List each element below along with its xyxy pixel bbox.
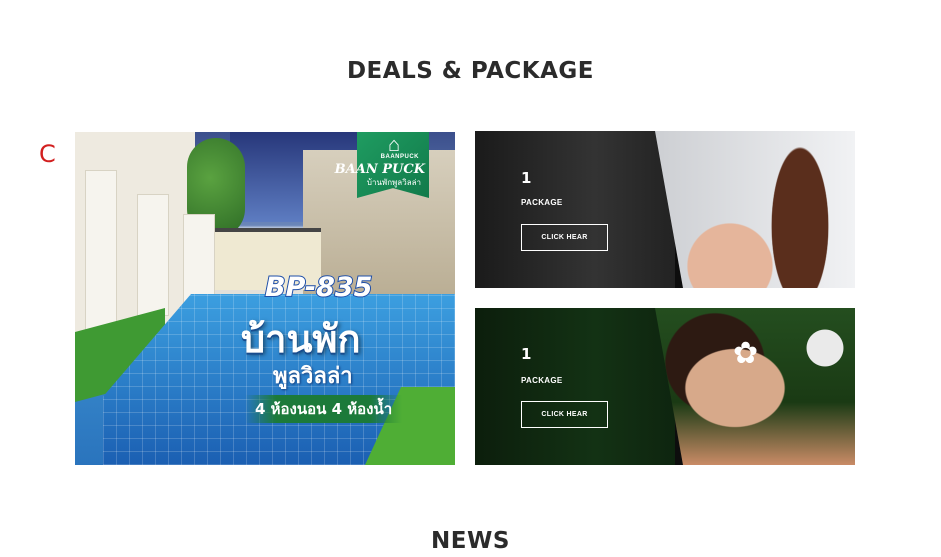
card-background (475, 308, 675, 465)
massage-photo (655, 131, 855, 288)
rooms-info: 4 ห้องนอน 4 ห้องน้ำ (245, 395, 403, 423)
package-label: PACKAGE (521, 198, 563, 207)
pillar (85, 170, 117, 332)
click-hear-button[interactable]: CLICK HEAR (521, 224, 608, 251)
spa-photo (655, 308, 855, 465)
package-card-spa[interactable]: ✿ 1 PACKAGE CLICK HEAR (475, 308, 855, 465)
deals-section-title: DEALS & PACKAGE (346, 58, 595, 84)
flower-icon: ✿ (733, 337, 759, 370)
stray-text: C (39, 140, 56, 168)
logo-thai-text: บ้านพักพูลวิลล่า (366, 178, 421, 187)
package-count: 1 (521, 169, 532, 187)
logo-small-text: BAANPUCK (380, 154, 419, 160)
logo-brand-name: BAAN PUCK (334, 162, 425, 177)
villa-code: BP-835 (264, 271, 373, 304)
package-count: 1 (521, 345, 532, 363)
house-logo-icon: ⌂ (387, 134, 401, 156)
card-background (475, 131, 675, 288)
package-card-massage[interactable]: 1 PACKAGE CLICK HEAR (475, 131, 855, 288)
promo-subheadline: พูลวิลล่า (273, 364, 353, 389)
package-label: PACKAGE (521, 376, 563, 385)
promo-villa-banner[interactable]: ⌂ BAANPUCK BAAN PUCK บ้านพักพูลวิลล่า BP… (75, 132, 455, 465)
news-section-title: NEWS (431, 528, 510, 554)
pillar (137, 194, 169, 316)
click-hear-button[interactable]: CLICK HEAR (521, 401, 608, 428)
